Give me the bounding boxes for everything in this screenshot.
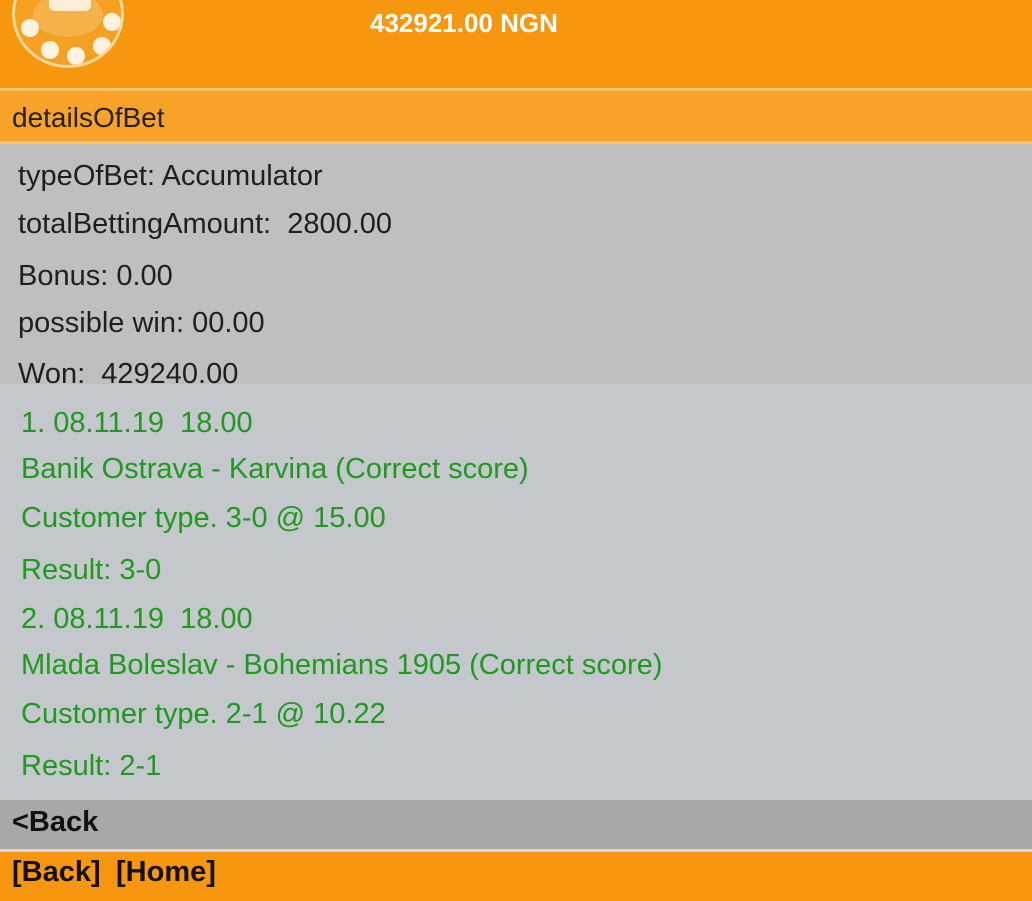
event-match: Mlada Boleslav - Bohemians 1905 (Correct…	[21, 649, 663, 681]
page-title-bar: detailsOfBet	[0, 88, 1032, 144]
logo-dot	[21, 19, 39, 37]
logo-dot	[103, 13, 121, 31]
bet-summary: typeOfBet: Accumulator totalBettingAmoun…	[0, 144, 1032, 390]
back-bar: <Back	[0, 800, 1032, 852]
footer-back-link[interactable]: [Back]	[12, 856, 101, 889]
logo-mark	[49, 0, 91, 11]
event-customer-type: Customer type. 2-1 @ 10.22	[21, 698, 386, 730]
event-result: Result: 3-0	[21, 554, 162, 586]
bet-events: 1. 08.11.19 18.00 Banik Ostrava - Karvin…	[0, 384, 1032, 800]
logo-dot	[93, 37, 111, 55]
event-datetime: 1. 08.11.19 18.00	[21, 407, 253, 439]
logo-dot	[67, 47, 85, 65]
footer-home-link[interactable]: [Home]	[116, 856, 216, 889]
footer-nav: [Back] [Home]	[0, 852, 1032, 901]
possible-win: possible win: 00.00	[18, 307, 265, 339]
type-of-bet: typeOfBet: Accumulator	[18, 160, 323, 192]
event-result: Result: 2-1	[21, 750, 162, 782]
bonus: Bonus: 0.00	[18, 260, 173, 292]
event-datetime: 2. 08.11.19 18.00	[21, 603, 253, 635]
brand-logo[interactable]	[12, 0, 124, 68]
logo-dot	[41, 41, 59, 59]
event-customer-type: Customer type. 3-0 @ 15.00	[21, 502, 386, 534]
account-balance: 432921.00 NGN	[370, 8, 558, 38]
back-link[interactable]: <Back	[12, 806, 98, 839]
page-title: detailsOfBet	[12, 102, 165, 133]
header: 432921.00 NGN	[0, 0, 1032, 86]
event-match: Banik Ostrava - Karvina (Correct score)	[21, 453, 529, 485]
total-betting-amount: totalBettingAmount: 2800.00	[18, 208, 393, 240]
